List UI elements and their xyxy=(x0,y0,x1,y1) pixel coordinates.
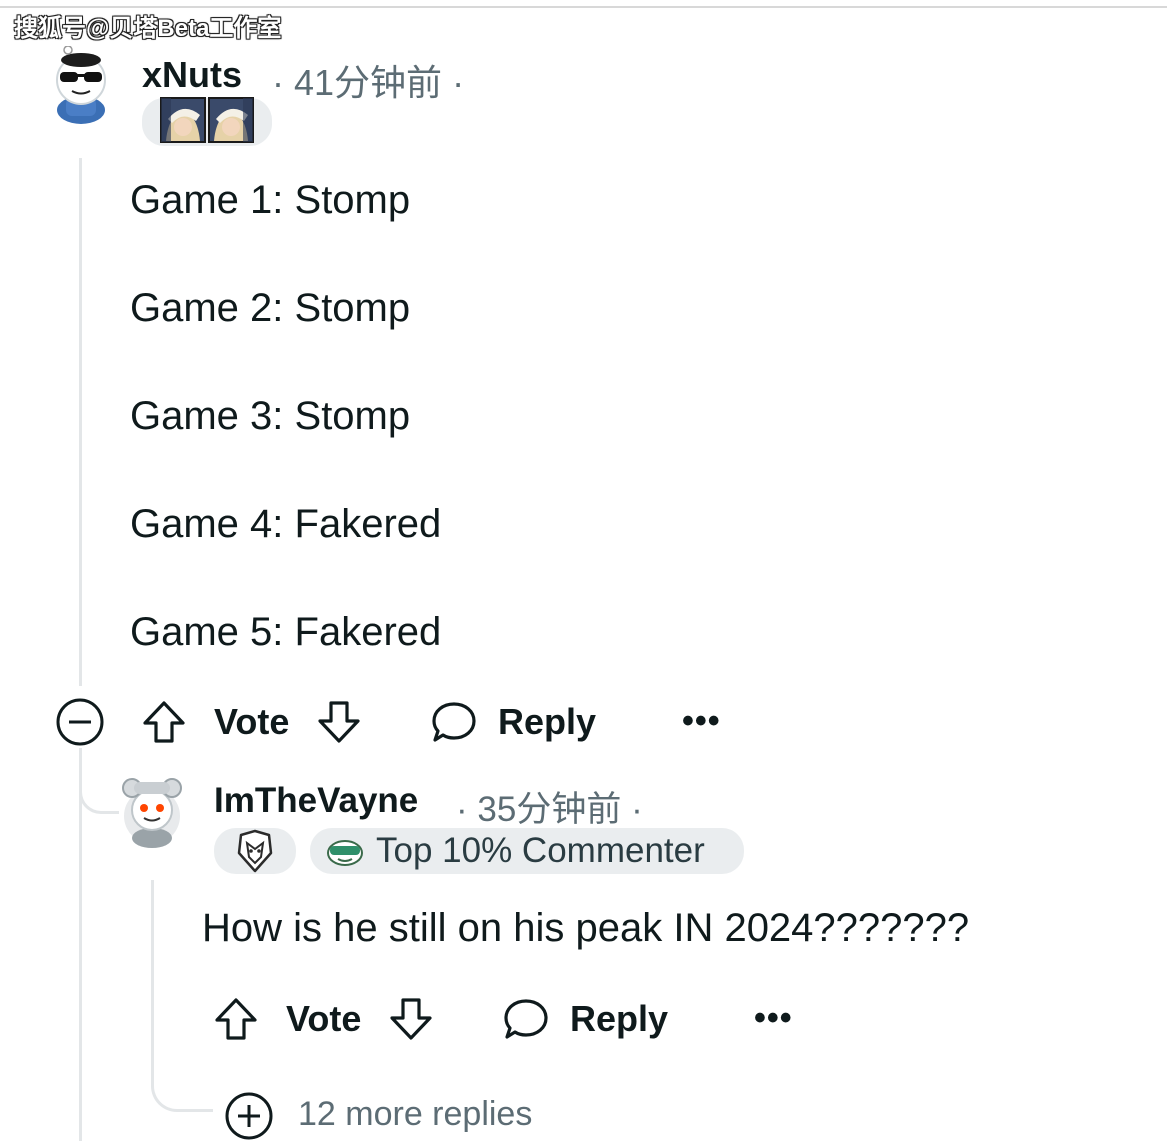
reply-label: Reply xyxy=(570,998,669,1039)
reply-button[interactable]: Reply xyxy=(430,696,596,748)
timestamp-row: · 41分钟前 · xyxy=(272,54,464,106)
vote-label: Vote xyxy=(286,998,362,1039)
avatar-xnuts[interactable] xyxy=(46,46,116,124)
vote-group: Vote xyxy=(212,993,435,1045)
comment-line: Game 4: Fakered xyxy=(130,502,442,546)
avatar-imthevayne[interactable] xyxy=(118,776,186,848)
collapse-thread-button[interactable] xyxy=(55,697,105,752)
champion-portrait-icon xyxy=(160,96,206,148)
thread-branch-connector xyxy=(79,760,119,814)
meta-dot: · xyxy=(631,790,643,829)
thread-line-comment1 xyxy=(79,158,82,686)
reply-label: Reply xyxy=(498,701,597,742)
expand-replies-button[interactable] xyxy=(224,1091,274,1146)
more-replies-link[interactable]: 12 more replies xyxy=(298,1095,532,1134)
sunglasses-badge-icon xyxy=(326,835,364,867)
meta-dot: · xyxy=(272,62,284,103)
comment-line: Game 5: Fakered xyxy=(130,610,442,654)
comment-text: How is he still on his peak IN 2024?????… xyxy=(202,906,970,950)
top-commenter-badge: Top 10% Commenter xyxy=(310,828,744,874)
timestamp: 41分钟前 xyxy=(294,62,443,103)
downvote-arrow-icon[interactable] xyxy=(387,995,435,1043)
upvote-arrow-icon[interactable] xyxy=(140,698,188,746)
thread-line-main xyxy=(79,748,82,1141)
comment-line: Game 3: Stomp xyxy=(130,394,411,438)
expand-plus-icon xyxy=(225,1092,273,1140)
timestamp-row: · 35分钟前 · xyxy=(456,781,643,832)
more-options-button[interactable]: ••• xyxy=(682,702,721,741)
badge-label: Top 10% Commenter xyxy=(376,831,705,870)
timestamp: 35分钟前 xyxy=(477,790,622,829)
reply-button[interactable]: Reply xyxy=(502,993,668,1045)
collapse-minus-icon xyxy=(56,698,104,746)
watermark: 搜狐号@贝塔Beta工作室 xyxy=(14,15,282,42)
more-options-button[interactable]: ••• xyxy=(754,999,793,1038)
user-flair xyxy=(214,828,296,874)
chat-bubble-icon xyxy=(502,995,550,1043)
vote-group: Vote xyxy=(140,696,363,748)
username-imthevayne[interactable]: ImTheVayne xyxy=(214,781,418,821)
comment-line: Game 1: Stomp xyxy=(130,178,411,222)
user-flair xyxy=(142,96,272,148)
username-xnuts[interactable]: xNuts xyxy=(142,54,242,96)
champion-portrait-icon xyxy=(208,96,254,148)
g2-esports-logo-icon xyxy=(233,829,277,873)
meta-dot: · xyxy=(452,62,465,103)
comment-line: Game 2: Stomp xyxy=(130,286,411,330)
downvote-arrow-icon[interactable] xyxy=(315,698,363,746)
vote-label: Vote xyxy=(214,701,290,742)
chat-bubble-icon xyxy=(430,698,478,746)
upvote-arrow-icon[interactable] xyxy=(212,995,260,1043)
meta-dot: · xyxy=(456,790,468,829)
